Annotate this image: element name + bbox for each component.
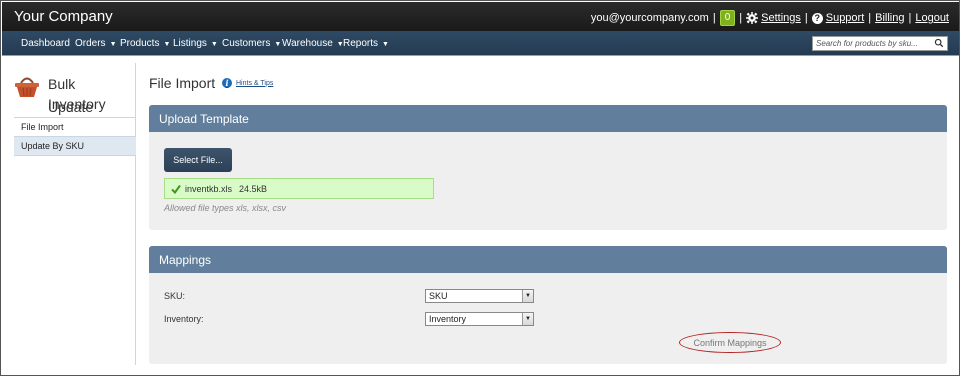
inventory-label: Inventory: — [164, 314, 204, 324]
search-icon[interactable] — [934, 38, 944, 48]
hints-link[interactable]: i Hints & Tips — [222, 78, 273, 88]
sku-select[interactable]: SKU ▼ — [425, 289, 534, 303]
app-frame: Your Company you@yourcompany.com | 0 | S… — [0, 0, 960, 376]
file-name: inventkb.xls — [185, 183, 233, 194]
sidebar-item-file-import[interactable]: File Import — [14, 118, 136, 137]
sidebar-title-line2: Update — [48, 99, 94, 115]
confirm-mappings-button[interactable]: Confirm Mappings — [679, 332, 781, 353]
hints-label: Hints & Tips — [236, 79, 274, 87]
panel-heading: Upload Template — [149, 105, 947, 132]
separator: | — [804, 12, 808, 24]
inventory-select[interactable]: Inventory ▼ — [425, 312, 534, 326]
separator: | — [712, 12, 716, 24]
separator: | — [908, 12, 912, 24]
nav-label: Reports — [343, 38, 379, 49]
mappings-panel: Mappings SKU: SKU ▼ Inventory: Inventory… — [149, 246, 947, 364]
company-name[interactable]: Your Company — [14, 8, 113, 25]
chevron-down-icon: ▼ — [163, 41, 171, 48]
chevron-down-icon: ▼ — [522, 290, 533, 302]
separator: | — [868, 12, 872, 24]
chevron-down-icon: ▼ — [274, 41, 282, 48]
upload-template-panel: Upload Template Select File... inventkb.… — [149, 105, 947, 230]
nav-label: Customers — [222, 38, 271, 49]
main-nav: Dashboard Orders ▼ Products ▼ Listings ▼ Cu… — [2, 31, 959, 56]
help-icon: ? — [811, 12, 823, 24]
support-link[interactable]: Support — [826, 12, 865, 24]
gear-icon — [746, 12, 759, 24]
sku-select-value: SKU — [429, 291, 448, 301]
separator: | — [739, 12, 743, 24]
panel-heading: Mappings — [149, 246, 947, 273]
chevron-down-icon: ▼ — [109, 41, 117, 48]
billing-link[interactable]: Billing — [875, 12, 904, 24]
sidebar: Bulk Inventory Update File Import Update… — [14, 63, 136, 365]
settings-link[interactable]: Settings — [761, 12, 801, 24]
select-file-button[interactable]: Select File... — [164, 148, 232, 172]
nav-orders[interactable]: Orders ▼ — [75, 38, 117, 49]
chevron-down-icon: ▼ — [522, 313, 533, 325]
info-icon: i — [222, 78, 232, 88]
uploaded-file: inventkb.xls 24.5kB — [164, 178, 434, 199]
account-menu: you@yourcompany.com | 0 | Settings | ? S… — [591, 10, 949, 26]
nav-listings[interactable]: Listings ▼ — [173, 38, 218, 49]
nav-customers[interactable]: Customers ▼ — [222, 38, 281, 49]
checkmark-icon — [171, 184, 181, 194]
chevron-down-icon: ▼ — [382, 41, 389, 48]
nav-warehouse[interactable]: Warehouse ▼ — [282, 38, 344, 49]
notification-badge[interactable]: 0 — [719, 10, 736, 26]
sku-label: SKU: — [164, 291, 186, 301]
page-title: File Import — [149, 75, 216, 91]
logout-link[interactable]: Logout — [915, 12, 949, 24]
nav-label: Products — [120, 38, 160, 49]
allowed-file-types: Allowed file types xls, xlsx, csv — [164, 203, 287, 213]
product-search-input[interactable]: Search for products by sku... — [812, 36, 948, 51]
nav-label: Dashboard — [21, 38, 70, 49]
inventory-select-value: Inventory — [429, 314, 467, 324]
nav-dashboard[interactable]: Dashboard — [21, 38, 70, 49]
nav-products[interactable]: Products ▼ — [120, 38, 170, 49]
chevron-down-icon: ▼ — [210, 41, 218, 48]
nav-reports[interactable]: Reports ▼ — [343, 38, 389, 49]
user-email: you@yourcompany.com — [590, 12, 709, 24]
search-placeholder: Search for products by sku... — [816, 39, 918, 48]
nav-label: Listings — [173, 38, 207, 49]
top-bar: Your Company you@yourcompany.com | 0 | S… — [2, 2, 959, 31]
basket-icon — [15, 77, 39, 97]
sidebar-nav: File Import Update By SKU — [14, 117, 136, 156]
file-size: 24.5kB — [239, 183, 268, 194]
nav-label: Orders — [75, 38, 106, 49]
nav-label: Warehouse — [282, 38, 333, 49]
sidebar-item-update-by-sku[interactable]: Update By SKU — [14, 137, 136, 156]
